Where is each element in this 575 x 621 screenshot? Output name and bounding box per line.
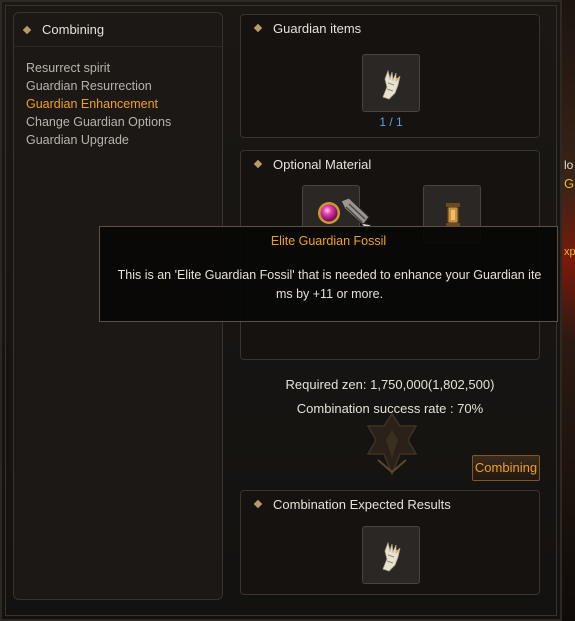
menu-item-change-guardian-options[interactable]: Change Guardian Options xyxy=(26,113,222,131)
expected-results-title: Combination Expected Results xyxy=(273,496,451,512)
menu-item-guardian-resurrection[interactable]: Guardian Resurrection xyxy=(26,77,222,95)
diamond-bullet-icon xyxy=(253,159,263,169)
diamond-bullet-icon xyxy=(22,25,32,34)
guardian-item-slot[interactable] xyxy=(362,54,420,112)
combine-type-list: Resurrect spirit Guardian Resurrection G… xyxy=(14,47,222,149)
menu-item-guardian-upgrade[interactable]: Guardian Upgrade xyxy=(26,131,222,149)
guardian-items-header: Guardian items xyxy=(241,15,539,41)
guardian-item-count: 1 / 1 xyxy=(379,115,403,129)
item-tooltip: Elite Guardian Fossil This is an 'Elite … xyxy=(99,226,558,322)
guardian-claw-icon xyxy=(382,541,401,572)
tooltip-body-line-1: This is an 'Elite Guardian Fossil' that … xyxy=(117,268,542,282)
diamond-bullet-icon xyxy=(253,23,263,33)
required-zen-text: Required zen: 1,750,000(1,802,500) xyxy=(285,377,495,392)
tooltip-title: Elite Guardian Fossil xyxy=(270,234,387,248)
menu-item-resurrect-spirit[interactable]: Resurrect spirit xyxy=(26,59,222,77)
menu-item-guardian-enhancement[interactable]: Guardian Enhancement xyxy=(26,95,222,113)
diamond-bullet-icon xyxy=(253,499,263,509)
tooltip-body-line-2: ms by +11 or more. xyxy=(275,287,384,301)
combining-button[interactable]: Combining xyxy=(472,455,540,481)
combine-emblem-icon xyxy=(366,412,418,477)
background-scenery xyxy=(562,0,575,621)
guardian-items-section: Guardian items 1 / 1 xyxy=(240,14,540,138)
optional-material-header: Optional Material xyxy=(241,151,539,177)
background-text-3: xp xyxy=(564,246,575,258)
background-text-1: lo xyxy=(564,158,574,172)
tooltip-body: This is an 'Elite Guardian Fossil' that … xyxy=(108,266,551,304)
guardian-items-title: Guardian items xyxy=(273,20,362,36)
menu-title: Combining xyxy=(42,22,105,37)
expected-results-header: Combination Expected Results xyxy=(241,491,539,517)
background-text-2: G xyxy=(564,176,575,191)
expected-result-slot[interactable] xyxy=(362,526,420,584)
menu-header: Combining xyxy=(14,13,222,47)
expected-results-section: Combination Expected Results xyxy=(240,490,540,595)
optional-material-title: Optional Material xyxy=(273,156,372,172)
guardian-claw-icon xyxy=(382,69,401,100)
